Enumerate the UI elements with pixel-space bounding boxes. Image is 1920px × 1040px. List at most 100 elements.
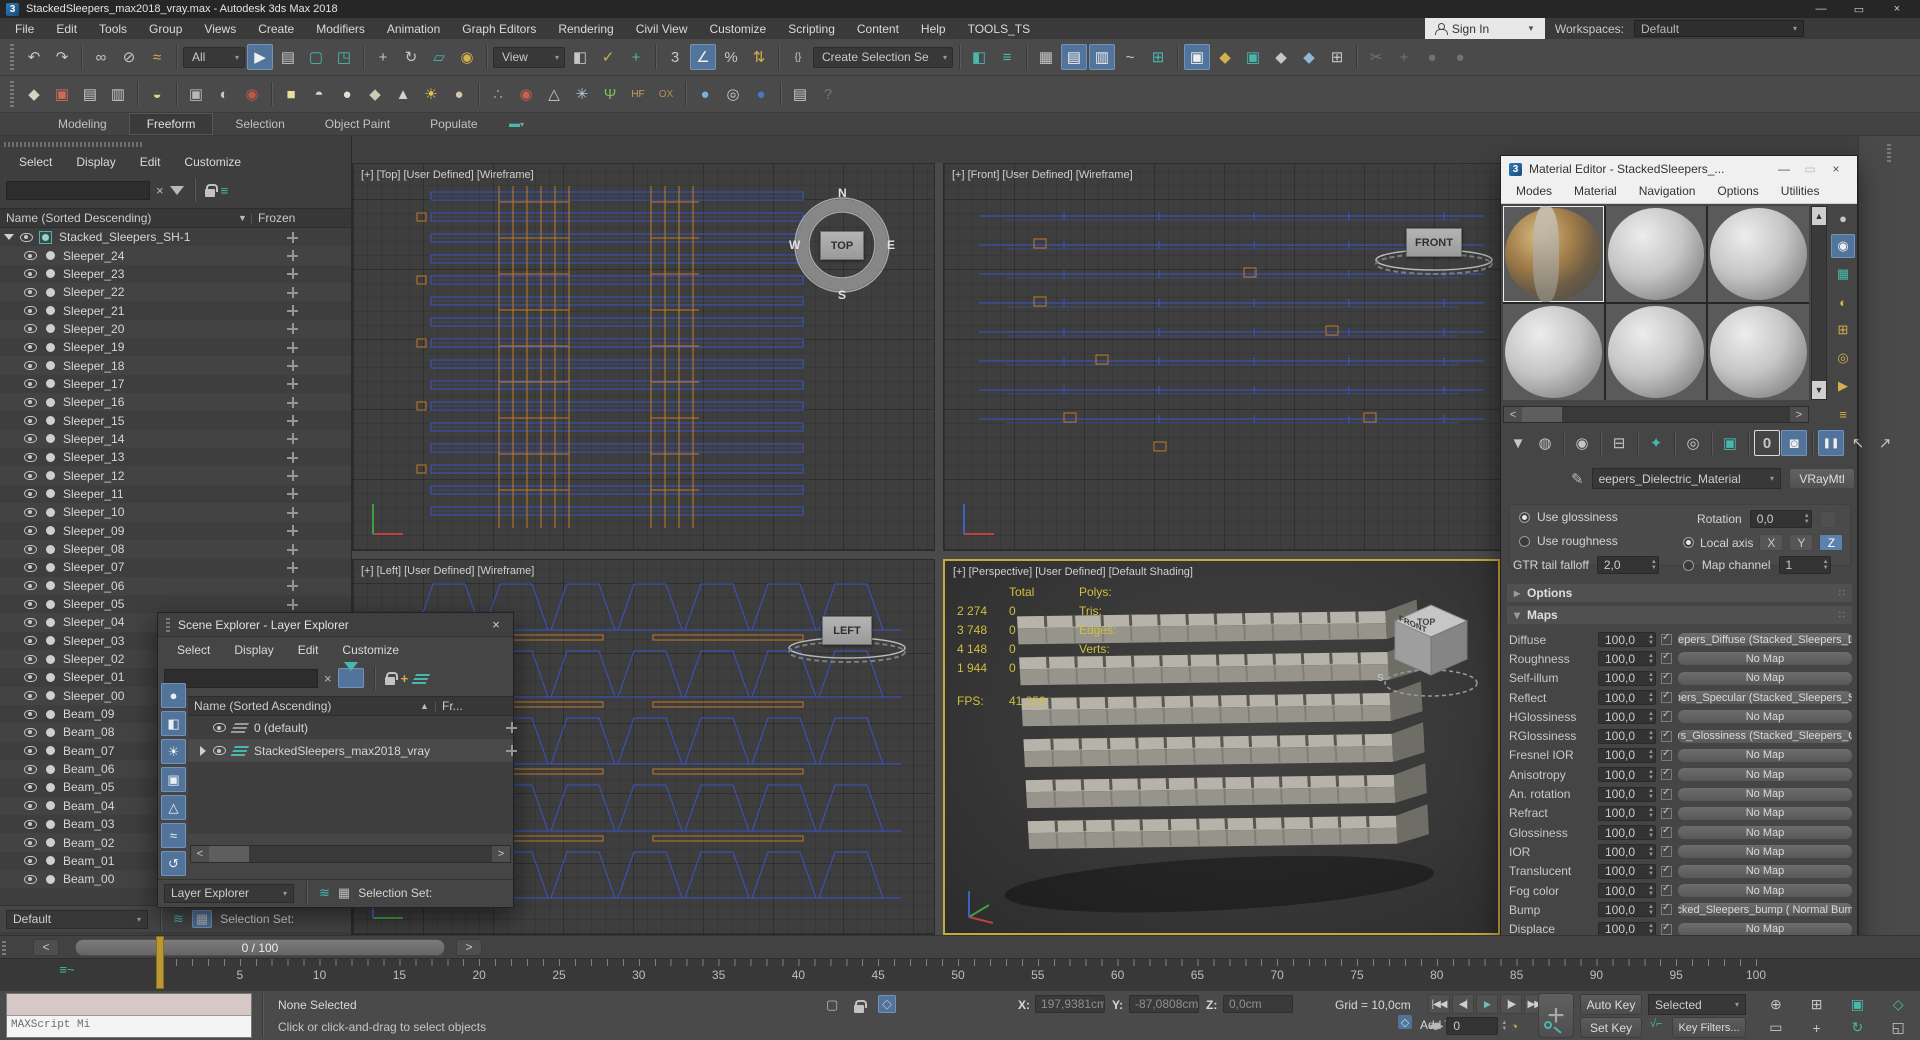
visibility-eye-icon[interactable] <box>24 654 37 664</box>
redo-icon[interactable]: ↷ <box>49 44 75 70</box>
panel-grip[interactable] <box>4 142 144 147</box>
maximize-icon[interactable]: ▭ <box>1797 162 1823 176</box>
map-slot-button[interactable]: No Map <box>1677 863 1853 879</box>
close-icon[interactable]: × <box>1823 162 1849 176</box>
compass-south-label[interactable]: S <box>838 288 846 302</box>
reset-map-icon[interactable]: ⊟ <box>1606 430 1632 456</box>
keyboard-shortcut-override-icon[interactable]: + <box>623 44 649 70</box>
ribbon-tab-object-paint[interactable]: Object Paint <box>307 113 408 135</box>
map-slot-button[interactable]: acked_Sleepers_bump ( Normal Bump <box>1677 902 1853 918</box>
selection-set-icon[interactable]: ▦ <box>191 910 213 928</box>
scene-item-row[interactable]: Sleeper_24 <box>0 246 351 265</box>
selection-set-key-dropdown[interactable]: Selected ▾ <box>1648 994 1746 1015</box>
map-enable-checkbox[interactable] <box>1661 902 1672 916</box>
x-coordinate-field[interactable]: 197,9381cm <box>1035 995 1105 1013</box>
geosphere-icon[interactable]: ● <box>446 81 472 107</box>
menu-views[interactable]: Views <box>193 20 247 38</box>
map-enable-checkbox[interactable] <box>1661 651 1672 665</box>
ribbon-tab-modeling[interactable]: Modeling <box>40 113 125 135</box>
hierarchy-view-icon[interactable]: ≡ <box>221 183 229 198</box>
map-enable-checkbox[interactable] <box>1661 883 1672 896</box>
rectangular-selection-region-icon[interactable]: ▢ <box>303 44 329 70</box>
inactive-tool-2-icon[interactable]: ● <box>1447 44 1473 70</box>
visibility-eye-icon[interactable] <box>24 562 37 572</box>
angle-snap-toggle-icon[interactable]: ∠ <box>690 44 716 70</box>
scene-explorer-menu-customize[interactable]: Customize <box>173 153 252 171</box>
material-editor-menu-material[interactable]: Material <box>1563 182 1628 203</box>
collapsed-command-panel[interactable] <box>1858 136 1920 958</box>
track-bar[interactable]: 0510152025303540455055606570758085909510… <box>0 958 1920 990</box>
sample-vertical-scrollbar[interactable]: ▲ ▼ <box>1811 206 1827 400</box>
video-camera-icon[interactable]: ◉ <box>239 81 265 107</box>
scatter-icon[interactable]: ∴ <box>485 81 511 107</box>
time-configuration-icon[interactable]: ◔ <box>1510 1019 1518 1034</box>
align-icon[interactable]: ≡ <box>994 44 1020 70</box>
scissors-tool-icon[interactable]: ✂ <box>1363 44 1389 70</box>
map-amount-field[interactable]: 100,0▲▼ <box>1598 709 1656 725</box>
scene-explorer-menu-edit[interactable]: Edit <box>129 153 172 171</box>
gtr-tail-falloff-field[interactable]: 2,0 ▲ ▼ <box>1596 556 1659 574</box>
name-column-header[interactable]: Name (Sorted Descending) <box>6 211 151 225</box>
previous-frame-button[interactable]: < <box>33 939 59 956</box>
map-amount-field[interactable]: 100,0▲▼ <box>1598 651 1656 667</box>
display-cameras-icon[interactable]: ▣ <box>161 767 186 792</box>
scene-item-row[interactable]: Sleeper_12 <box>0 466 351 485</box>
viewcube-top-face[interactable]: TOP <box>820 231 864 260</box>
key-filters-button[interactable]: Key Filters... <box>1672 1017 1746 1038</box>
material-sample-slot[interactable] <box>1605 304 1707 400</box>
display-lights-icon[interactable]: ☀ <box>161 739 186 764</box>
display-geometry-icon[interactable]: ● <box>161 683 186 708</box>
menu-help[interactable]: Help <box>910 20 957 38</box>
explorer-mode-dropdown[interactable]: Layer Explorer ▾ <box>164 883 294 903</box>
hair-fur-icon[interactable]: HF <box>625 81 651 107</box>
map-amount-field[interactable]: 100,0▲▼ <box>1598 883 1656 898</box>
viewport-splitter-vertical[interactable] <box>935 163 943 958</box>
make-unique-icon[interactable]: ◎ <box>1680 430 1706 456</box>
visibility-eye-icon[interactable] <box>213 746 226 755</box>
axis-y-button[interactable]: Y <box>1789 534 1814 551</box>
help-circle-icon[interactable]: ? <box>815 81 841 107</box>
state-sets-icon[interactable]: ▤ <box>77 81 103 107</box>
maxscript-listener-field[interactable]: MAXScript Mi <box>7 1016 251 1037</box>
reference-coordinate-dropdown[interactable]: View ▾ <box>493 46 565 68</box>
percent-snap-toggle-icon[interactable]: % <box>718 44 744 70</box>
layer-explorer-title-bar[interactable]: Scene Explorer - Layer Explorer × <box>158 613 513 637</box>
close-icon[interactable]: × <box>487 617 505 632</box>
maxscript-macro-recorder[interactable] <box>7 994 251 1016</box>
set-key-button[interactable]: Set Key <box>1580 1017 1642 1038</box>
map-slot-button[interactable]: No Map <box>1677 767 1853 783</box>
material-editor-menu-utilities[interactable]: Utilities <box>1770 182 1831 203</box>
manage-layers-icon[interactable]: ▦ <box>1033 44 1059 70</box>
lock-icon[interactable] <box>204 183 218 197</box>
rotation-field[interactable]: 0,0 ▲ ▼ <box>1749 510 1812 528</box>
sample-uv-tiling-icon[interactable]: ⊞ <box>1831 318 1855 342</box>
pan-view-icon[interactable]: + <box>1797 1017 1837 1040</box>
material-editor-menu-options[interactable]: Options <box>1706 182 1769 203</box>
map-enable-checkbox[interactable] <box>1661 825 1672 839</box>
bind-to-space-warp-icon[interactable]: ≈ <box>144 44 170 70</box>
pick-material-eyedropper-icon[interactable]: ✎ <box>1571 470 1584 488</box>
menu-content[interactable]: Content <box>846 20 910 38</box>
visibility-eye-icon[interactable] <box>24 471 37 481</box>
ribbon-minimize-dropdown[interactable]: ▬ ▾ <box>500 114 534 134</box>
visibility-eye-icon[interactable] <box>24 306 37 316</box>
map-slot-button[interactable]: No Map <box>1677 747 1853 763</box>
scene-item-row[interactable]: Sleeper_13 <box>0 448 351 466</box>
wood-grain-icon[interactable]: OX <box>653 81 679 107</box>
undo-icon[interactable]: ↶ <box>21 44 47 70</box>
visibility-eye-icon[interactable] <box>24 526 37 536</box>
rotation-lock-button[interactable] <box>1819 510 1836 528</box>
material-map-navigator-icon[interactable]: ≡ <box>1831 402 1855 426</box>
sunlight-icon[interactable]: ☀ <box>418 81 444 107</box>
material-sample-slot[interactable] <box>1605 206 1707 302</box>
visibility-eye-icon[interactable] <box>24 287 37 297</box>
map-enable-checkbox[interactable] <box>1661 806 1672 819</box>
scene-explorer-menu-select[interactable]: Select <box>8 153 63 171</box>
assign-material-to-selection-icon[interactable]: ◉ <box>1569 430 1595 456</box>
map-amount-field[interactable]: 100,0▲▼ <box>1598 902 1656 918</box>
transform-gizmo-icon[interactable]: ◇ <box>878 995 896 1013</box>
visibility-eye-icon[interactable] <box>24 544 37 554</box>
material-sample-slot[interactable] <box>1708 206 1809 302</box>
map-amount-field[interactable]: 100,0▲▼ <box>1598 728 1656 744</box>
select-object-icon[interactable]: ▶ <box>247 44 273 70</box>
